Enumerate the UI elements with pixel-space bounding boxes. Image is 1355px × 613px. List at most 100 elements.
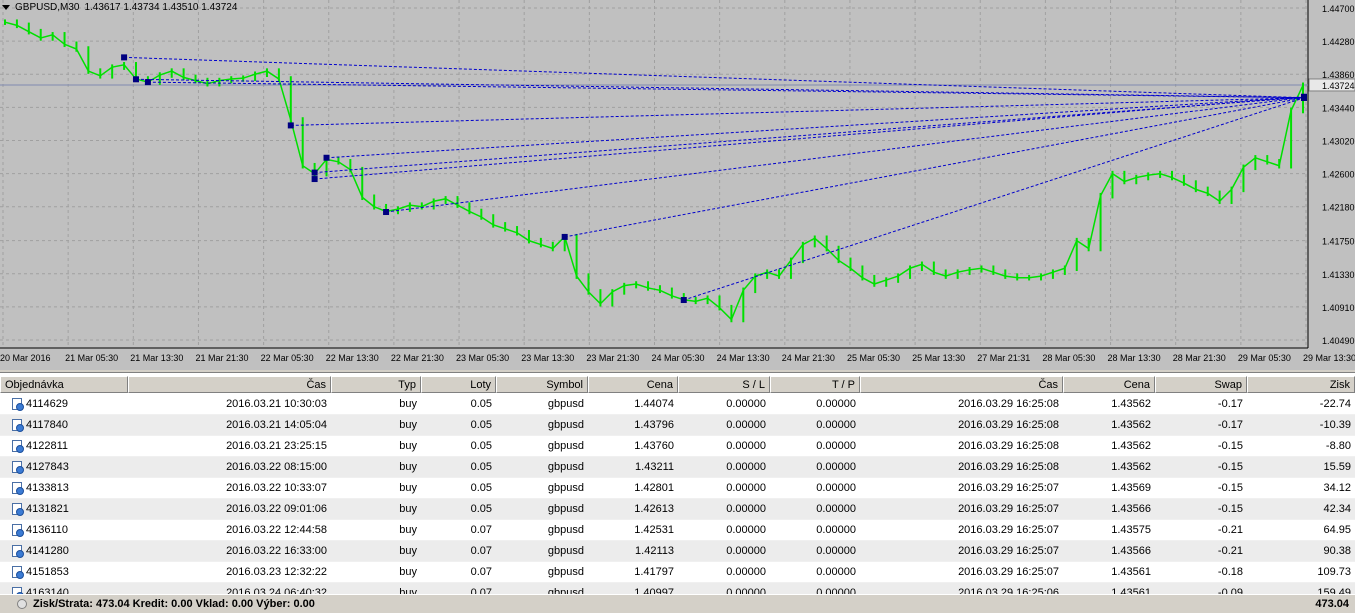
cell-7: 0.00000 bbox=[726, 503, 766, 515]
price-label: 1.40910 bbox=[1322, 303, 1355, 313]
cell-3: buy bbox=[399, 566, 417, 578]
table-row[interactable]: 4117840 2016.03.21 14:05:04 buy 0.05 gbpusd 1… bbox=[0, 415, 1355, 436]
cell-9: 2016.03.29 16:25:07 bbox=[958, 503, 1059, 515]
table-row[interactable]: 4127843 2016.03.22 08:15:00 buy 0.05 gbpusd 1… bbox=[0, 457, 1355, 478]
time-label: 24 Mar 05:30 bbox=[652, 353, 705, 363]
table-row[interactable]: 4131821 2016.03.22 09:01:06 buy 0.05 gbpusd 1… bbox=[0, 499, 1355, 520]
cell-2: 2016.03.21 23:25:15 bbox=[226, 440, 327, 452]
time-label: 22 Mar 13:30 bbox=[326, 353, 379, 363]
column-header-5[interactable]: Symbol bbox=[496, 376, 588, 393]
cell-12: 34.12 bbox=[1323, 482, 1351, 494]
table-row[interactable]: 4136110 2016.03.22 12:44:58 buy 0.07 gbpusd 1… bbox=[0, 520, 1355, 541]
cell-6: 1.43211 bbox=[635, 461, 674, 473]
cell-4: 0.07 bbox=[470, 524, 492, 536]
terminal-panel: Objednávka Čas Typ Loty Symbol Cena S / LT / P… bbox=[0, 372, 1355, 613]
order-cell: 4114629 bbox=[0, 394, 128, 414]
column-header-6[interactable]: Cena bbox=[588, 376, 678, 393]
summary-total: 473.04 bbox=[1315, 598, 1349, 610]
time-label: 25 Mar 05:30 bbox=[847, 353, 900, 363]
price-chart[interactable]: 1.44700 1.44280 1.43860 1.43440 1.43020 1.426… bbox=[0, 0, 1355, 370]
cell-8: 0.00000 bbox=[816, 398, 856, 410]
time-label: 21 Mar 13:30 bbox=[130, 353, 183, 363]
column-header-4[interactable]: Loty bbox=[421, 376, 496, 393]
time-label: 25 Mar 13:30 bbox=[912, 353, 965, 363]
column-header-7[interactable]: S / L bbox=[678, 376, 770, 393]
cell-5: gbpusd bbox=[547, 524, 584, 536]
cell-4: 0.05 bbox=[470, 503, 492, 515]
cell-9: 2016.03.29 16:25:08 bbox=[958, 419, 1059, 431]
order-icon bbox=[12, 482, 24, 495]
cell-7: 0.00000 bbox=[726, 461, 766, 473]
price-label: 1.44700 bbox=[1322, 4, 1355, 14]
cell-6: 1.42531 bbox=[634, 524, 674, 536]
table-row[interactable]: 4114629 2016.03.21 10:30:03 buy 0.05 gbpusd 1… bbox=[0, 394, 1355, 415]
cell-4: 0.05 bbox=[470, 419, 492, 431]
table-row[interactable]: 4151853 2016.03.23 12:32:22 buy 0.07 gbpusd 1… bbox=[0, 562, 1355, 583]
orders-table: 4114629 2016.03.21 10:30:03 buy 0.05 gbpusd 1… bbox=[0, 394, 1355, 604]
trade-open-marker bbox=[132, 76, 139, 83]
table-row[interactable]: 4122811 2016.03.21 23:25:15 buy 0.05 gbpusd 1… bbox=[0, 436, 1355, 457]
cell-6: 1.43796 bbox=[634, 419, 674, 431]
cell-4: 0.07 bbox=[470, 566, 492, 578]
summary-text: Zisk/Strata: 473.04 Kredit: 0.00 Vklad: … bbox=[33, 598, 315, 610]
order-cell: 4122811 bbox=[0, 436, 128, 456]
cell-12: 64.95 bbox=[1323, 524, 1351, 536]
trade-open-marker bbox=[144, 79, 151, 86]
order-cell: 4133813 bbox=[0, 478, 128, 498]
cell-7: 0.00000 bbox=[726, 440, 766, 452]
cell-2: 2016.03.21 14:05:04 bbox=[226, 419, 327, 431]
trade-open-marker bbox=[121, 54, 128, 61]
cell-12: -10.39 bbox=[1319, 419, 1351, 431]
column-header-10[interactable]: Cena bbox=[1063, 376, 1155, 393]
cell-9: 2016.03.29 16:25:07 bbox=[958, 524, 1059, 536]
order-cell: 4127843 bbox=[0, 457, 128, 477]
cell-2: 2016.03.22 09:01:06 bbox=[226, 503, 327, 515]
column-header-9[interactable]: Čas bbox=[860, 376, 1063, 393]
order-icon bbox=[12, 524, 24, 537]
time-label: 23 Mar 21:30 bbox=[586, 353, 639, 363]
summary-bar: Zisk/Strata: 473.04 Kredit: 0.00 Vklad: … bbox=[0, 594, 1355, 613]
column-header-11[interactable]: Swap bbox=[1155, 376, 1247, 393]
cell-2: 2016.03.22 16:33:00 bbox=[226, 545, 327, 557]
current-price-label: 1.43724 bbox=[1322, 81, 1355, 91]
chart-menu-icon[interactable] bbox=[2, 5, 10, 10]
time-label: 21 Mar 05:30 bbox=[65, 353, 118, 363]
cell-11: -0.15 bbox=[1217, 503, 1243, 515]
cell-8: 0.00000 bbox=[816, 566, 856, 578]
cell-12: 90.38 bbox=[1323, 545, 1351, 557]
cell-11: -0.15 bbox=[1217, 482, 1243, 494]
chart-canvas[interactable]: 1.447001.442801.438601.434401.430201.426… bbox=[0, 0, 1355, 370]
cell-2: 2016.03.21 10:30:03 bbox=[226, 398, 327, 410]
column-header-3[interactable]: Typ bbox=[331, 376, 421, 393]
trade-open-marker bbox=[383, 209, 390, 216]
column-header-1[interactable]: Objednávka bbox=[0, 376, 128, 393]
trade-open-marker bbox=[287, 122, 294, 129]
cell-12: -22.74 bbox=[1319, 398, 1351, 410]
cell-8: 0.00000 bbox=[816, 482, 856, 494]
cell-11: -0.17 bbox=[1217, 419, 1243, 431]
table-header: Objednávka Čas Typ Loty Symbol Cena S / LT / P… bbox=[0, 376, 1355, 393]
column-header-12[interactable]: Zisk bbox=[1247, 376, 1355, 393]
cell-11: -0.17 bbox=[1217, 398, 1243, 410]
cell-11: -0.21 bbox=[1217, 545, 1243, 557]
cell-5: gbpusd bbox=[547, 503, 584, 515]
table-row[interactable]: 4141280 2016.03.22 16:33:00 buy 0.07 gbpusd 1… bbox=[0, 541, 1355, 562]
column-header-2[interactable]: Čas bbox=[128, 376, 331, 393]
cell-3: buy bbox=[399, 482, 417, 494]
cell-4: 0.05 bbox=[470, 440, 492, 452]
cell-3: buy bbox=[399, 419, 417, 431]
cell-12: 42.34 bbox=[1323, 503, 1351, 515]
column-header-8[interactable]: T / P bbox=[770, 376, 860, 393]
order-id: 4131821 bbox=[26, 503, 69, 515]
cell-2: 2016.03.23 12:32:22 bbox=[226, 566, 327, 578]
trade-open-marker bbox=[680, 297, 687, 304]
cell-5: gbpusd bbox=[547, 461, 584, 473]
order-id: 4151853 bbox=[26, 566, 69, 578]
cell-4: 0.05 bbox=[470, 398, 492, 410]
cell-2: 2016.03.22 10:33:07 bbox=[226, 482, 327, 494]
chart-header: GBPUSD,M30 1.43617 1.43734 1.43510 1.437… bbox=[2, 2, 237, 13]
table-row[interactable]: 4133813 2016.03.22 10:33:07 buy 0.05 gbpusd 1… bbox=[0, 478, 1355, 499]
cell-10: 1.43562 bbox=[1111, 398, 1151, 410]
chart-ohlc: 1.43617 1.43734 1.43510 1.43724 bbox=[84, 2, 238, 13]
cell-3: buy bbox=[399, 461, 417, 473]
